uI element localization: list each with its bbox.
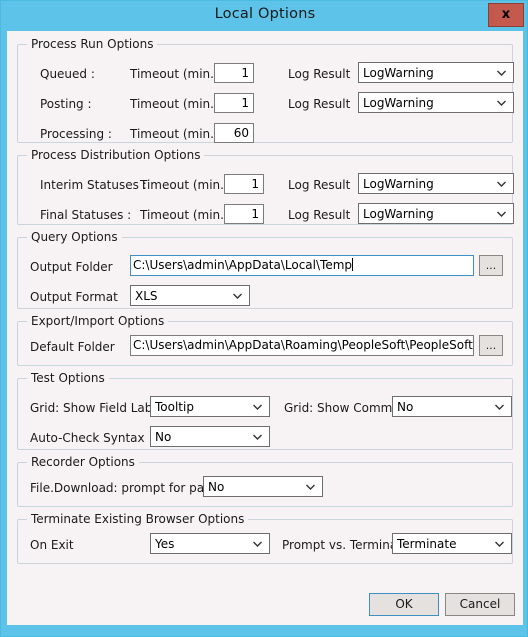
select-grid-show-comment-value: No bbox=[397, 400, 414, 414]
label-posting-timeout: Timeout (min.) bbox=[130, 97, 219, 111]
select-posting-log-result[interactable]: LogWarning bbox=[358, 92, 514, 113]
chevron-down-icon bbox=[494, 534, 505, 553]
group-legend-process-run-options: Process Run Options bbox=[27, 37, 158, 51]
label-posting-log-result: Log Result bbox=[288, 97, 351, 111]
label-final-statuses: Final Statuses : bbox=[40, 208, 132, 222]
group-query-options: Query Options Output Folder C:\Users\adm… bbox=[17, 230, 513, 309]
select-queued-log-result[interactable]: LogWarning bbox=[358, 62, 514, 83]
label-queued: Queued : bbox=[40, 67, 95, 81]
input-processing-timeout[interactable]: 60 bbox=[214, 123, 254, 143]
group-legend-export-import-options: Export/Import Options bbox=[27, 314, 169, 328]
chevron-down-icon bbox=[496, 93, 507, 112]
select-prompt-vs-terminate[interactable]: Terminate bbox=[392, 533, 512, 554]
label-auto-check-syntax: Auto-Check Syntax bbox=[30, 431, 145, 445]
input-default-folder[interactable]: C:\Users\admin\AppData\Roaming\PeopleSof… bbox=[130, 335, 474, 356]
label-processing-timeout: Timeout (min.) bbox=[130, 127, 219, 141]
chevron-down-icon bbox=[496, 174, 507, 193]
label-final-timeout: Timeout (min.) bbox=[140, 208, 229, 222]
group-legend-recorder-options: Recorder Options bbox=[27, 455, 139, 469]
label-prompt-vs-terminate: Prompt vs. Terminate bbox=[282, 538, 410, 552]
label-output-folder: Output Folder bbox=[30, 260, 113, 274]
select-interim-log-result-value: LogWarning bbox=[363, 177, 434, 191]
group-recorder-options: Recorder Options File.Download: prompt f… bbox=[17, 455, 513, 507]
ok-button[interactable]: OK bbox=[369, 593, 439, 616]
select-grid-show-field-label[interactable]: Tooltip bbox=[150, 396, 270, 417]
select-file-download-prompt-for-path[interactable]: No bbox=[203, 476, 323, 497]
group-legend-test-options: Test Options bbox=[27, 371, 109, 385]
select-on-exit-value: Yes bbox=[155, 537, 175, 551]
chevron-down-icon bbox=[496, 204, 507, 223]
select-queued-log-result-value: LogWarning bbox=[363, 66, 434, 80]
select-posting-log-result-value: LogWarning bbox=[363, 96, 434, 110]
chevron-down-icon bbox=[252, 427, 263, 446]
dialog-body: Process Run Options Queued : Timeout (mi… bbox=[7, 31, 523, 625]
group-export-import-options: Export/Import Options Default Folder C:\… bbox=[17, 314, 513, 366]
select-final-log-result[interactable]: LogWarning bbox=[358, 203, 514, 224]
chevron-down-icon bbox=[305, 477, 316, 496]
label-file-download-prompt-for-path: File.Download: prompt for path bbox=[30, 481, 217, 495]
select-interim-log-result[interactable]: LogWarning bbox=[358, 173, 514, 194]
label-output-format: Output Format bbox=[30, 290, 118, 304]
browse-default-folder-button[interactable]: ... bbox=[479, 335, 503, 356]
label-processing: Processing : bbox=[40, 127, 112, 141]
select-grid-show-comment[interactable]: No bbox=[392, 396, 512, 417]
select-file-download-prompt-for-path-value: No bbox=[208, 480, 225, 494]
select-prompt-vs-terminate-value: Terminate bbox=[397, 537, 457, 551]
label-posting: Posting : bbox=[40, 97, 92, 111]
select-auto-check-syntax-value: No bbox=[155, 430, 172, 444]
chevron-down-icon bbox=[232, 286, 243, 305]
group-legend-process-distribution-options: Process Distribution Options bbox=[27, 148, 205, 162]
chevron-down-icon bbox=[494, 397, 505, 416]
browse-output-folder-button[interactable]: ... bbox=[479, 255, 503, 276]
label-interim-timeout: Timeout (min.) bbox=[140, 178, 229, 192]
group-legend-terminate-existing-browser-options: Terminate Existing Browser Options bbox=[27, 512, 249, 526]
chevron-down-icon bbox=[252, 534, 263, 553]
label-interim-statuses: Interim Statuses : bbox=[40, 178, 147, 192]
group-process-run-options: Process Run Options Queued : Timeout (mi… bbox=[17, 37, 514, 143]
input-output-folder-value: C:\Users\admin\AppData\Local\Temp bbox=[133, 258, 353, 272]
select-auto-check-syntax[interactable]: No bbox=[150, 426, 270, 447]
group-process-distribution-options: Process Distribution Options Interim Sta… bbox=[17, 148, 514, 225]
label-queued-log-result: Log Result bbox=[288, 67, 351, 81]
chevron-down-icon bbox=[252, 397, 263, 416]
input-final-timeout[interactable]: 1 bbox=[224, 204, 264, 224]
input-output-folder[interactable]: C:\Users\admin\AppData\Local\Temp bbox=[130, 255, 474, 276]
label-on-exit: On Exit bbox=[30, 538, 74, 552]
group-legend-query-options: Query Options bbox=[27, 230, 122, 244]
label-default-folder: Default Folder bbox=[30, 340, 115, 354]
label-grid-show-field-label: Grid: Show Field Label bbox=[30, 401, 164, 415]
label-final-log-result: Log Result bbox=[288, 208, 351, 222]
group-test-options: Test Options Grid: Show Field Label Tool… bbox=[17, 371, 513, 450]
label-queued-timeout: Timeout (min.) bbox=[130, 67, 219, 81]
group-terminate-existing-browser-options: Terminate Existing Browser Options On Ex… bbox=[17, 512, 513, 564]
close-icon[interactable]: x bbox=[488, 3, 524, 27]
page-title: Local Options bbox=[214, 6, 316, 22]
input-queued-timeout[interactable]: 1 bbox=[214, 63, 254, 83]
text-caret bbox=[352, 258, 354, 271]
cancel-button[interactable]: Cancel bbox=[445, 593, 515, 616]
input-interim-timeout[interactable]: 1 bbox=[224, 174, 264, 194]
select-output-format-value: XLS bbox=[135, 289, 158, 303]
select-output-format[interactable]: XLS bbox=[130, 285, 250, 306]
select-on-exit[interactable]: Yes bbox=[150, 533, 270, 554]
select-grid-show-field-label-value: Tooltip bbox=[155, 400, 194, 414]
title-bar[interactable]: Local Options x bbox=[1, 1, 528, 31]
local-options-dialog: Local Options x Process Run Options Queu… bbox=[0, 0, 528, 637]
chevron-down-icon bbox=[496, 63, 507, 82]
input-posting-timeout[interactable]: 1 bbox=[214, 93, 254, 113]
select-final-log-result-value: LogWarning bbox=[363, 207, 434, 221]
label-interim-log-result: Log Result bbox=[288, 178, 351, 192]
